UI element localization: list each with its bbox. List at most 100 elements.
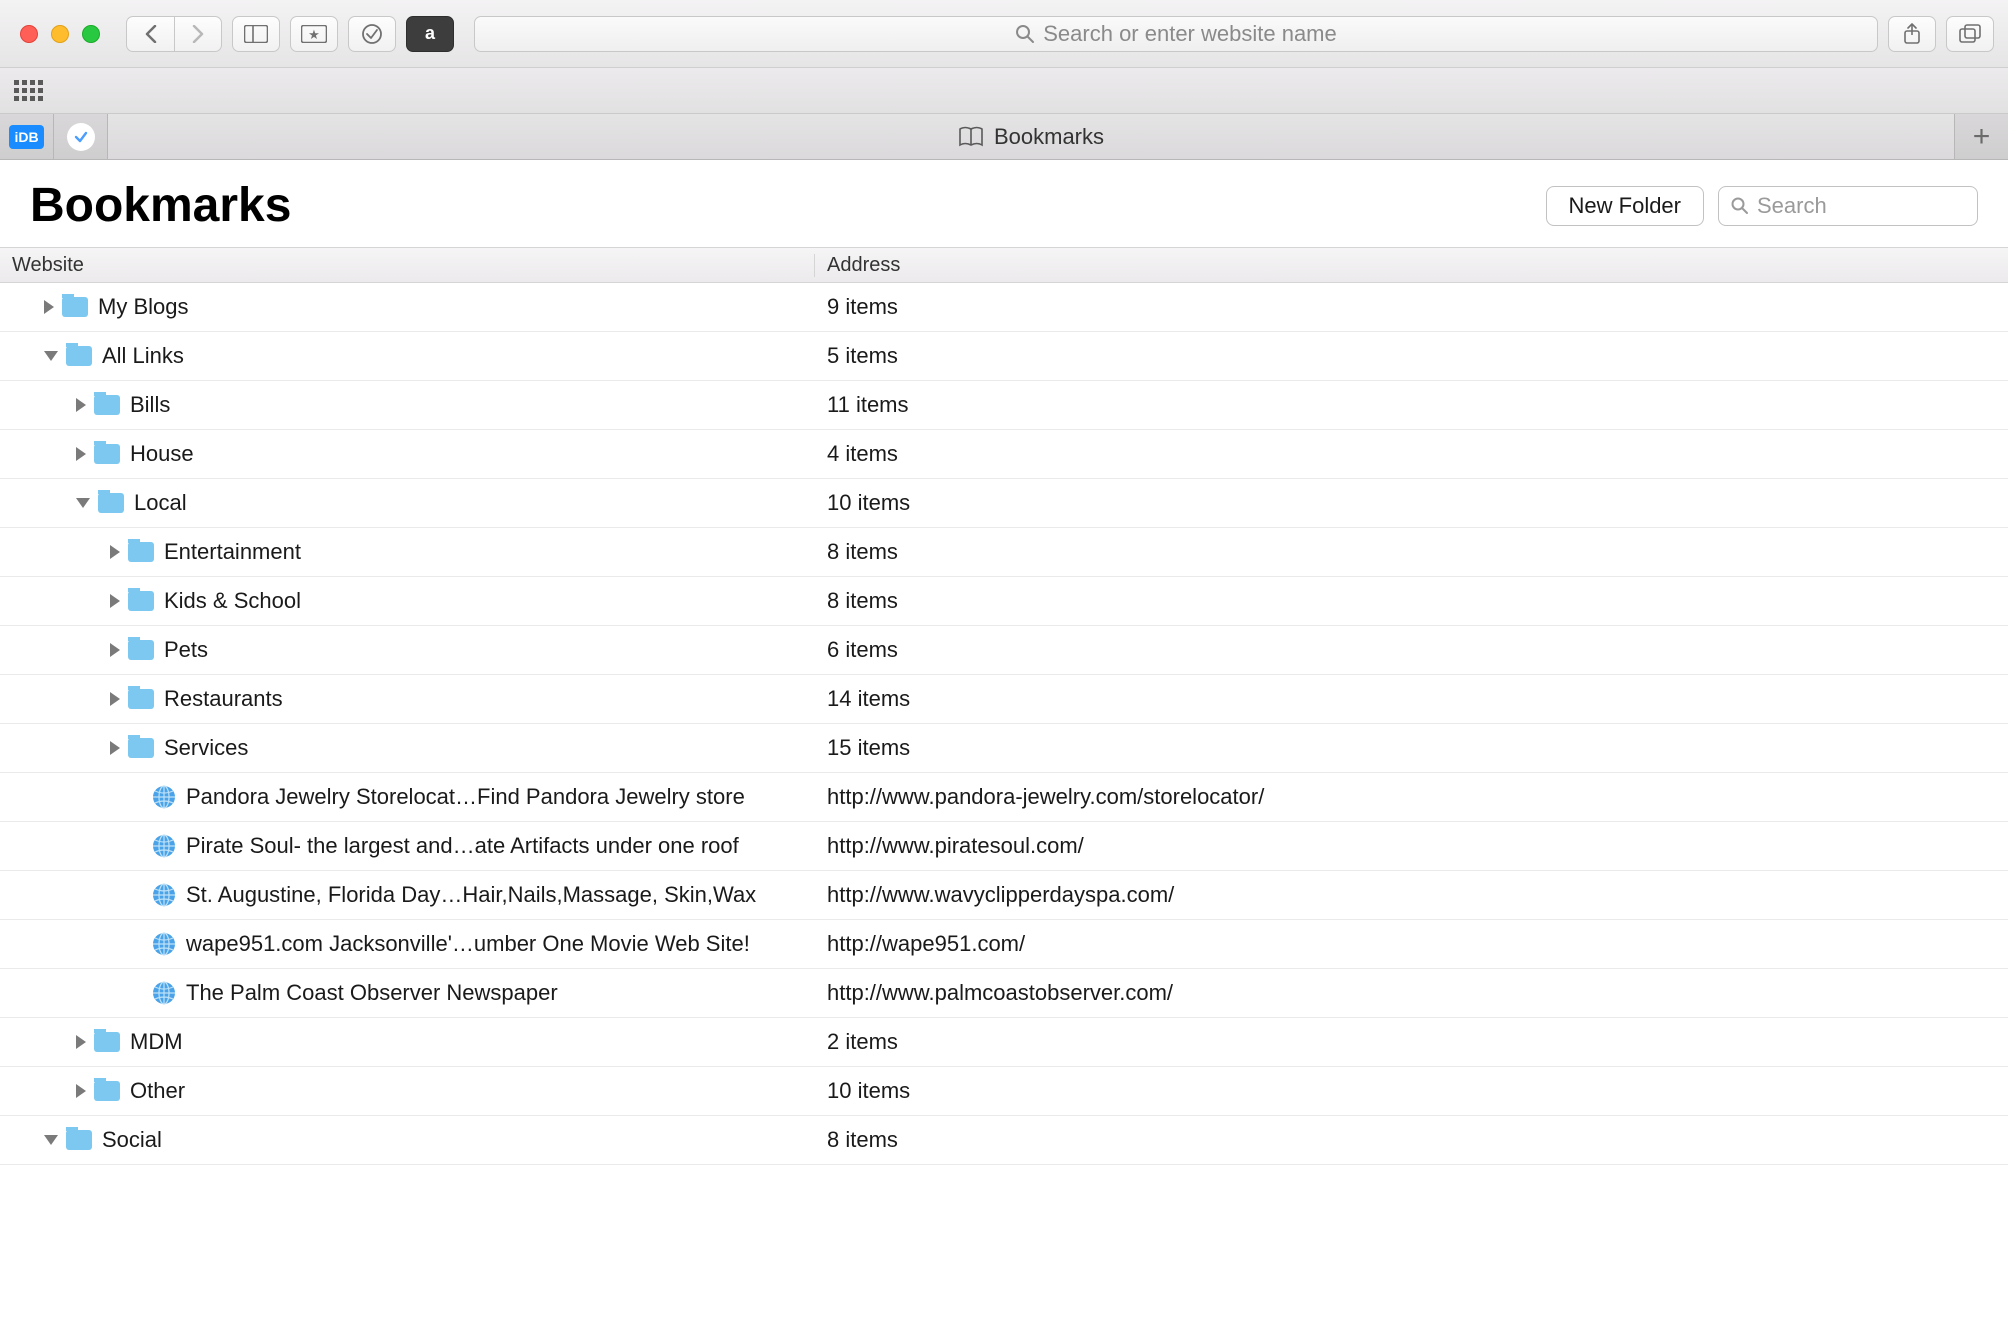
disclosure-triangle-icon[interactable] xyxy=(110,594,120,608)
chevron-right-icon xyxy=(191,25,205,43)
folder-icon xyxy=(94,1081,120,1101)
bookmark-address: 10 items xyxy=(815,1078,2008,1104)
disclosure-triangle-icon[interactable] xyxy=(76,1035,86,1049)
bookmark-row[interactable]: Pandora Jewelry Storelocat…Find Pandora … xyxy=(0,773,2008,822)
bookmark-name: Bills xyxy=(130,392,170,418)
bookmark-name: All Links xyxy=(102,343,184,369)
bookmark-row[interactable]: All Links 5 items xyxy=(0,332,2008,381)
bookmark-address: 5 items xyxy=(815,343,2008,369)
bookmark-address: http://www.pandora-jewelry.com/storeloca… xyxy=(815,784,2008,810)
top-sites-button[interactable]: ★ xyxy=(290,16,338,52)
book-icon xyxy=(958,126,984,148)
bookmark-address: 8 items xyxy=(815,539,2008,565)
bookmark-row[interactable]: Bills11 items xyxy=(0,381,2008,430)
amazon-icon: a xyxy=(425,23,435,44)
bookmark-address: 14 items xyxy=(815,686,2008,712)
maximize-window-button[interactable] xyxy=(82,25,100,43)
pinned-tab-idb[interactable]: iDB xyxy=(0,114,54,159)
content-header: Bookmarks New Folder Search xyxy=(0,160,2008,247)
sidebar-toggle-button[interactable] xyxy=(232,16,280,52)
bookmarks-search-input[interactable]: Search xyxy=(1718,186,1978,226)
forward-button[interactable] xyxy=(174,16,222,52)
window-controls xyxy=(20,25,100,43)
column-address[interactable]: Address xyxy=(815,254,2008,277)
disclosure-triangle-icon[interactable] xyxy=(110,741,120,755)
bookmark-row[interactable]: St. Augustine, Florida Day…Hair,Nails,Ma… xyxy=(0,871,2008,920)
favorites-bar xyxy=(0,68,2008,114)
bookmark-row[interactable]: The Palm Coast Observer Newspaperhttp://… xyxy=(0,969,2008,1018)
bookmark-row[interactable]: Entertainment 8 items xyxy=(0,528,2008,577)
disclosure-triangle-icon[interactable] xyxy=(110,692,120,706)
bookmark-row[interactable]: Local10 items xyxy=(0,479,2008,528)
plus-icon: + xyxy=(1973,120,1991,154)
bookmark-name: House xyxy=(130,441,194,467)
disclosure-triangle-icon[interactable] xyxy=(76,498,90,508)
tab-bookmarks[interactable]: Bookmarks xyxy=(108,114,1954,159)
search-icon xyxy=(1731,197,1749,215)
search-placeholder: Search xyxy=(1757,193,1827,219)
bookmark-name: Entertainment xyxy=(164,539,301,565)
address-bar[interactable]: Search or enter website name xyxy=(474,16,1878,52)
bookmark-address: http://www.wavyclipperdayspa.com/ xyxy=(815,882,2008,908)
pinned-tab-check[interactable] xyxy=(54,114,108,159)
folder-icon xyxy=(94,444,120,464)
bookmark-address: 6 items xyxy=(815,637,2008,663)
disclosure-triangle-icon[interactable] xyxy=(76,447,86,461)
check-favicon xyxy=(67,123,95,151)
disclosure-triangle-icon[interactable] xyxy=(110,545,120,559)
amazon-extension-button[interactable]: a xyxy=(406,16,454,52)
folder-icon xyxy=(94,395,120,415)
bookmark-address: 8 items xyxy=(815,588,2008,614)
bookmark-row[interactable]: Social8 items xyxy=(0,1116,2008,1165)
bookmark-row[interactable]: Pirate Soul- the largest and…ate Artifac… xyxy=(0,822,2008,871)
checkmark-circle-icon xyxy=(361,23,383,45)
new-folder-button[interactable]: New Folder xyxy=(1546,186,1704,226)
folder-icon xyxy=(128,640,154,660)
bookmark-row[interactable]: House4 items xyxy=(0,430,2008,479)
new-tab-button[interactable]: + xyxy=(1954,114,2008,159)
folder-icon xyxy=(98,493,124,513)
show-favorites-grid-button[interactable] xyxy=(14,80,43,101)
folder-icon xyxy=(128,542,154,562)
bookmark-name: My Blogs xyxy=(98,294,188,320)
bookmark-name: St. Augustine, Florida Day…Hair,Nails,Ma… xyxy=(186,882,756,908)
bookmark-name: Other xyxy=(130,1078,185,1104)
bookmark-name: Restaurants xyxy=(164,686,283,712)
bookmark-name: wape951.com Jacksonville'…umber One Movi… xyxy=(186,931,750,957)
folder-icon xyxy=(128,591,154,611)
disclosure-triangle-icon[interactable] xyxy=(44,1135,58,1145)
back-button[interactable] xyxy=(126,16,174,52)
bookmark-row[interactable]: wape951.com Jacksonville'…umber One Movi… xyxy=(0,920,2008,969)
bookmark-name: Kids & School xyxy=(164,588,301,614)
bookmark-name: Social xyxy=(102,1127,162,1153)
bookmark-address: http://www.palmcoastobserver.com/ xyxy=(815,980,2008,1006)
close-window-button[interactable] xyxy=(20,25,38,43)
disclosure-triangle-icon[interactable] xyxy=(110,643,120,657)
disclosure-triangle-icon[interactable] xyxy=(76,398,86,412)
column-website[interactable]: Website xyxy=(0,254,815,277)
share-button[interactable] xyxy=(1888,16,1936,52)
bookmark-name: Pets xyxy=(164,637,208,663)
bookmark-row[interactable]: Services15 items xyxy=(0,724,2008,773)
bookmark-row[interactable]: Kids & School 8 items xyxy=(0,577,2008,626)
bookmark-row[interactable]: Other 10 items xyxy=(0,1067,2008,1116)
svg-text:★: ★ xyxy=(308,27,320,42)
minimize-window-button[interactable] xyxy=(51,25,69,43)
bookmark-row[interactable]: Pets 6 items xyxy=(0,626,2008,675)
disclosure-triangle-icon[interactable] xyxy=(44,351,58,361)
tabs-icon xyxy=(1959,24,1981,44)
folder-icon xyxy=(66,1130,92,1150)
tabs-overview-button[interactable] xyxy=(1946,16,1994,52)
chevron-left-icon xyxy=(144,25,158,43)
search-icon xyxy=(1015,24,1035,44)
disclosure-triangle-icon[interactable] xyxy=(44,300,54,314)
folder-icon xyxy=(66,346,92,366)
bookmark-row[interactable]: MDM2 items xyxy=(0,1018,2008,1067)
bookmark-row[interactable]: Restaurants 14 items xyxy=(0,675,2008,724)
idb-favicon: iDB xyxy=(9,125,43,149)
tasks-button[interactable] xyxy=(348,16,396,52)
disclosure-triangle-icon[interactable] xyxy=(76,1084,86,1098)
folder-icon xyxy=(62,297,88,317)
bookmark-row[interactable]: My Blogs9 items xyxy=(0,283,2008,332)
bookmark-address: http://www.piratesoul.com/ xyxy=(815,833,2008,859)
